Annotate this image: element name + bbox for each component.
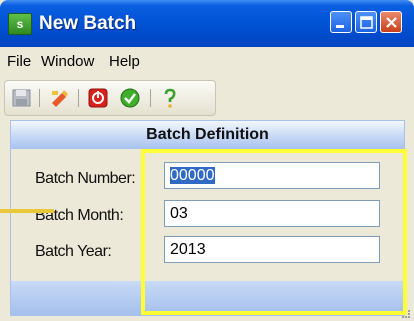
batch-number-input[interactable]: 00000 xyxy=(164,162,380,189)
close-button[interactable] xyxy=(380,11,402,33)
toolbar-separator xyxy=(39,89,40,107)
callout-line xyxy=(0,209,54,213)
panel-footer xyxy=(11,281,404,315)
edit-icon[interactable] xyxy=(49,87,71,109)
menu-window[interactable]: Window xyxy=(41,53,94,70)
maximize-button[interactable] xyxy=(355,11,377,33)
ok-icon[interactable] xyxy=(119,87,141,109)
panel-title: Batch Definition xyxy=(11,121,404,149)
title-bar[interactable]: s New Batch xyxy=(0,0,414,47)
stop-icon[interactable] xyxy=(87,87,109,109)
maximize-icon xyxy=(360,16,373,29)
close-icon xyxy=(386,17,397,28)
help-icon[interactable] xyxy=(159,87,181,109)
batch-number-value: 00000 xyxy=(170,167,215,184)
new-batch-window: s New Batch File Window Help Batch Defin… xyxy=(0,0,414,321)
minimize-icon xyxy=(336,25,344,28)
resize-grip-icon[interactable] xyxy=(401,309,411,319)
menu-bar: File Window Help xyxy=(0,47,414,75)
batch-year-value: 2013 xyxy=(170,241,206,258)
batch-year-label: Batch Year: xyxy=(35,243,112,260)
toolbar-separator xyxy=(78,89,79,107)
save-icon[interactable] xyxy=(11,87,33,109)
toolbar xyxy=(4,80,216,116)
minimize-button[interactable] xyxy=(330,11,352,33)
batch-number-label: Batch Number: xyxy=(35,170,136,187)
toolbar-separator xyxy=(150,89,151,107)
batch-month-value: 03 xyxy=(170,205,188,222)
app-icon: s xyxy=(8,13,32,35)
batch-month-input[interactable]: 03 xyxy=(164,200,380,227)
menu-file[interactable]: File xyxy=(7,53,31,70)
batch-year-input[interactable]: 2013 xyxy=(164,236,380,263)
window-title: New Batch xyxy=(39,13,137,34)
batch-definition-panel: Batch Definition Batch Number: 00000 Bat… xyxy=(10,120,405,316)
menu-help[interactable]: Help xyxy=(109,53,140,70)
